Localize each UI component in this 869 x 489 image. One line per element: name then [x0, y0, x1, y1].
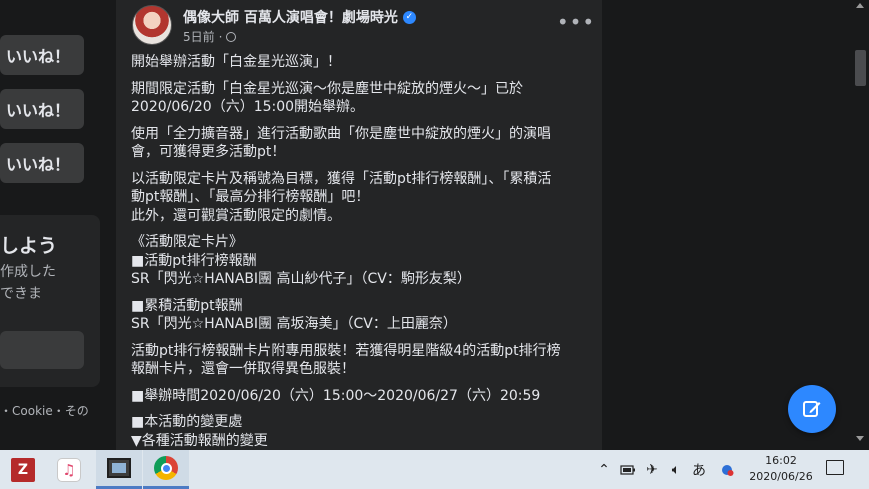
- post-paragraph: 以活動限定卡片及稱號為目標，獲得「活動pt排行榜報酬」、「累積活 動pt報酬」、…: [131, 170, 552, 224]
- volume-icon[interactable]: 🔈︎: [665, 450, 687, 489]
- card-text: 作成した: [0, 264, 56, 280]
- scroll-up-arrow-icon[interactable]: [856, 3, 864, 8]
- post-paragraph: 活動pt排行榜報酬卡片附專用服裝！若獲得明星階級4的活動pt排行榜 報酬卡片，還…: [131, 342, 561, 378]
- airplane-mode-icon[interactable]: ✈: [642, 450, 662, 489]
- post-author[interactable]: 偶像大師 百萬人演唱會！劇場時光 ✓: [183, 7, 416, 27]
- clock-date: 2020/06/26: [749, 470, 813, 483]
- scrollbar-thumb[interactable]: [855, 50, 866, 86]
- page-avatar[interactable]: [132, 5, 172, 45]
- taskbar-itunes[interactable]: ♫: [46, 450, 92, 489]
- windows-taskbar: Z ♫ ⌃ ✈ 🔈︎ あ 16:02 2020/06/26: [0, 450, 869, 489]
- separator-dot: ·: [218, 29, 223, 44]
- left-column: いいね！ いいね！ いいね！ しよう 作成した できま ・Cookie・その: [0, 0, 100, 450]
- card-text: できま: [0, 286, 42, 302]
- post-paragraph: 期間限定活動「白金星光巡演～你是塵世中綻放的煙火～」已於 2020/06/20（…: [131, 80, 523, 116]
- compose-icon: [803, 401, 821, 417]
- create-button[interactable]: [0, 331, 84, 369]
- post-card: 偶像大師 百萬人演唱會！劇場時光 ✓ 5日前 · ••• 開始舉辦活動「白金星光…: [116, 0, 602, 450]
- action-center-icon[interactable]: [826, 460, 844, 475]
- post-body: 開始舉辦活動「白金星光巡演」！ 期間限定活動「白金星光巡演～你是塵世中綻放的煙火…: [131, 53, 593, 450]
- itunes-icon: ♫: [57, 457, 81, 482]
- post-paragraph: 使用「全力擴音器」進行活動歌曲「你是塵世中綻放的煙火」的演唱 會，可獲得更多活動…: [131, 125, 551, 161]
- like-page-button[interactable]: いいね！: [0, 35, 84, 75]
- footer-links[interactable]: ・Cookie・その: [0, 402, 89, 419]
- post-paragraph: 《活動限定卡片》 ■活動pt排行榜報酬 SR「閃光☆HANABI團 高山紗代子」…: [131, 234, 471, 287]
- taskbar-video-editor[interactable]: [96, 450, 142, 489]
- scroll-down-arrow-icon[interactable]: [856, 436, 864, 441]
- post-meta: 5日前 ·: [183, 28, 237, 45]
- page-scrollbar[interactable]: [852, 0, 869, 450]
- battery-icon[interactable]: [618, 450, 638, 489]
- ime-indicator[interactable]: あ: [690, 450, 708, 489]
- onedrive-icon[interactable]: [717, 450, 737, 489]
- taskbar-filezilla[interactable]: Z: [0, 450, 46, 489]
- author-name[interactable]: 偶像大師 百萬人演唱會！劇場時光: [183, 7, 398, 27]
- like-page-button[interactable]: いいね！: [0, 143, 84, 183]
- post-paragraph: ■累積活動pt報酬 SR「閃光☆HANABI團 高坂海美」（CV：上田麗奈）: [131, 297, 457, 333]
- new-message-button[interactable]: [788, 385, 836, 433]
- video-editor-icon: [107, 458, 131, 478]
- verified-badge-icon: ✓: [402, 10, 416, 24]
- create-page-card: しよう 作成した できま: [0, 215, 100, 387]
- system-clock[interactable]: 16:02 2020/06/26: [746, 453, 816, 485]
- post-paragraph: ■舉辦時間2020/06/20（六）15:00～2020/06/27（六）20:…: [131, 387, 541, 404]
- taskbar-chrome[interactable]: [143, 450, 189, 489]
- like-page-button[interactable]: いいね！: [0, 89, 84, 129]
- show-hidden-icons-chevron-icon[interactable]: ⌃: [595, 450, 613, 489]
- post-paragraph: 開始舉辦活動「白金星光巡演」！: [131, 54, 341, 70]
- post-time[interactable]: 5日前: [183, 28, 215, 45]
- clock-time: 16:02: [765, 454, 797, 467]
- filezilla-icon: Z: [11, 457, 35, 482]
- chrome-icon: [154, 456, 178, 480]
- globe-icon: [226, 31, 237, 42]
- post-paragraph: ■本活動的變更處 ▼各種活動報酬的變更: [131, 414, 268, 449]
- card-title: しよう: [0, 235, 58, 257]
- more-options-icon[interactable]: •••: [557, 8, 594, 36]
